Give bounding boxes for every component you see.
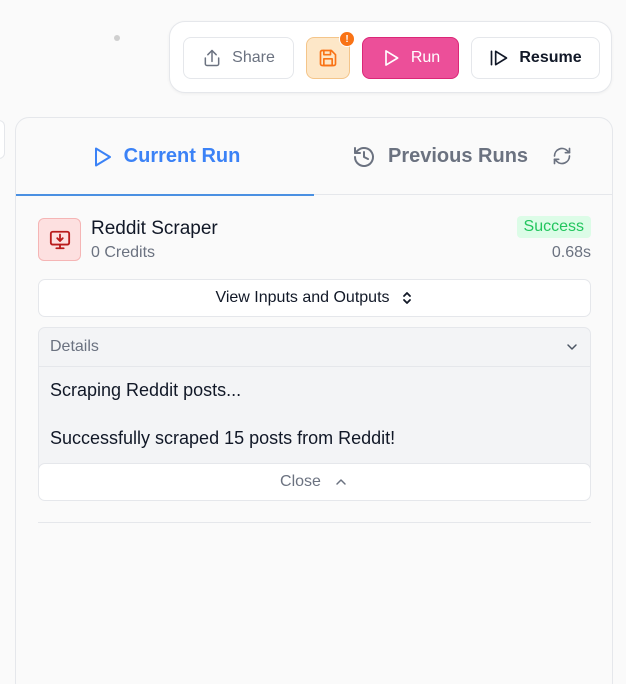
share-label: Share (232, 49, 275, 66)
unsaved-badge: ! (339, 31, 355, 47)
status-badge: Success (516, 216, 591, 238)
tab-previous-runs-label: Previous Runs (388, 145, 529, 167)
chevron-up-icon (333, 474, 349, 490)
view-inputs-outputs-button[interactable]: View Inputs and Outputs (38, 279, 591, 317)
refresh-icon[interactable] (552, 146, 572, 166)
tab-previous-runs[interactable]: Previous Runs (352, 118, 528, 195)
run-button[interactable]: Run (362, 37, 459, 79)
divider (38, 522, 591, 523)
details-header-label: Details (50, 338, 99, 355)
tab-current-run[interactable]: Current Run (16, 118, 314, 196)
workflow-run-view: Share ! Run Resume Current Run Previous … (0, 0, 626, 684)
run-tabs: Current Run Previous Runs (16, 118, 612, 196)
resume-button[interactable]: Resume (471, 37, 600, 79)
run-label: Run (410, 49, 441, 66)
upload-icon (202, 48, 222, 68)
chevrons-up-down-icon (400, 290, 414, 306)
run-duration: 0.68s (551, 244, 591, 261)
canvas-dot (114, 35, 120, 41)
close-details-button[interactable]: Close (39, 463, 590, 500)
details-section: Details Scraping Reddit posts... Success… (38, 327, 591, 501)
resume-icon (489, 48, 509, 68)
play-icon (90, 145, 114, 169)
play-icon (381, 48, 401, 68)
details-log: Scraping Reddit posts... Successfully sc… (39, 367, 590, 473)
save-icon (318, 48, 338, 68)
details-header[interactable]: Details (39, 328, 590, 367)
run-toolbar: Share ! Run Resume (169, 21, 612, 93)
node-result-row: Reddit Scraper 0 Credits Success 0.68s (38, 216, 591, 262)
tab-current-run-label: Current Run (123, 145, 241, 167)
share-button[interactable]: Share (183, 37, 294, 79)
node-credits: 0 Credits (91, 244, 156, 261)
node-title: Reddit Scraper (91, 218, 218, 239)
left-panel-edge (0, 120, 5, 159)
monitor-download-icon (38, 218, 81, 261)
save-button[interactable]: ! (306, 31, 355, 79)
run-panel: Current Run Previous Runs Reddit Scraper… (15, 117, 613, 684)
resume-label: Resume (519, 49, 582, 66)
history-icon (352, 145, 376, 169)
chevron-down-icon (564, 339, 580, 355)
close-label: Close (280, 473, 321, 490)
log-line: Scraping Reddit posts... (50, 380, 242, 400)
io-button-label: View Inputs and Outputs (215, 289, 390, 306)
